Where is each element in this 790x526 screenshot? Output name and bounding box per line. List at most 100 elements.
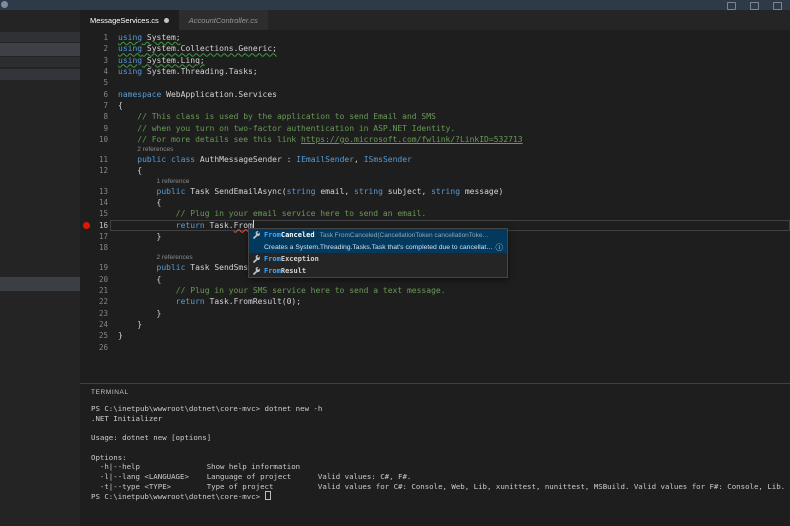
breakpoint-zone[interactable] <box>80 32 92 43</box>
titlebar-icon[interactable] <box>727 2 736 10</box>
suggestion-item[interactable]: FromException <box>249 253 507 265</box>
code-line[interactable]: 23 } <box>80 308 790 319</box>
code-line[interactable]: 6namespace WebApplication.Services <box>80 88 790 99</box>
breakpoint-zone[interactable] <box>80 77 92 88</box>
line-number: 19 <box>92 263 108 272</box>
code-line[interactable]: 2using System.Collections.Generic; <box>80 43 790 54</box>
gutter[interactable]: 22 <box>80 296 118 307</box>
gutter[interactable]: 12 <box>80 165 118 176</box>
breakpoint-zone[interactable] <box>80 285 92 296</box>
code-line[interactable]: 13 public Task SendEmailAsync(string ema… <box>80 186 790 197</box>
breakpoint-zone[interactable] <box>80 208 92 219</box>
code-line[interactable]: 3using System.Linq; <box>80 55 790 66</box>
code-line[interactable]: 4using System.Threading.Tasks; <box>80 66 790 77</box>
breakpoint-zone[interactable] <box>80 111 92 122</box>
gutter[interactable]: 6 <box>80 89 118 100</box>
breakpoint-zone[interactable] <box>80 186 92 197</box>
gutter[interactable]: 14 <box>80 197 118 208</box>
code-line[interactable]: 5 <box>80 77 790 88</box>
gutter[interactable]: 7 <box>80 100 118 111</box>
terminal-cursor <box>265 491 271 500</box>
breakpoint-zone[interactable] <box>80 342 92 353</box>
breakpoint-zone[interactable] <box>80 134 92 145</box>
gutter[interactable]: 23 <box>80 308 118 319</box>
gutter[interactable]: 5 <box>80 77 118 88</box>
code-line[interactable]: 1using System; <box>80 32 790 43</box>
breakpoint-zone[interactable] <box>80 308 92 319</box>
code-line[interactable]: 22 return Task.FromResult(0); <box>80 296 790 307</box>
suggestion-item[interactable]: FromResult <box>249 265 507 277</box>
breakpoint-zone[interactable] <box>80 123 92 134</box>
code-text: { <box>118 274 161 285</box>
breakpoint-zone[interactable] <box>80 165 92 176</box>
tab-accountcontroller[interactable]: AccountController.cs <box>179 10 268 30</box>
dirty-indicator-icon[interactable] <box>164 18 169 23</box>
codelens-references[interactable]: 2 references <box>80 145 790 154</box>
sidebar <box>0 10 80 526</box>
code-line[interactable]: 7{ <box>80 100 790 111</box>
code-editor[interactable]: 1using System;2using System.Collections.… <box>80 30 790 383</box>
gutter[interactable]: 26 <box>80 342 118 353</box>
gutter[interactable]: 1 <box>80 32 118 43</box>
titlebar-icon[interactable] <box>773 2 782 10</box>
tab-messageservices[interactable]: MessageServices.cs <box>80 10 179 30</box>
code-line[interactable]: 15 // Plug in your email service here to… <box>80 208 790 219</box>
code-line[interactable]: 24 } <box>80 319 790 330</box>
code-line[interactable]: 25} <box>80 330 790 341</box>
gutter[interactable]: 20 <box>80 274 118 285</box>
gutter[interactable]: 10 <box>80 134 118 145</box>
gutter[interactable]: 19 <box>80 262 118 273</box>
code-line[interactable]: 9 // when you turn on two-factor authent… <box>80 122 790 133</box>
breakpoint-zone[interactable] <box>80 262 92 273</box>
breakpoint-zone[interactable] <box>80 100 92 111</box>
breakpoint-icon[interactable] <box>80 220 92 231</box>
code-text: using System.Linq; <box>118 55 205 66</box>
breakpoint-zone[interactable] <box>80 89 92 100</box>
gutter[interactable]: 9 <box>80 123 118 134</box>
breakpoint-zone[interactable] <box>80 296 92 307</box>
suggestion-item[interactable]: FromCanceledTask FromCanceled(Cancellati… <box>249 229 507 241</box>
breakpoint-zone[interactable] <box>80 319 92 330</box>
terminal-tab[interactable]: TERMINAL <box>91 389 790 396</box>
gutter[interactable]: 21 <box>80 285 118 296</box>
gutter[interactable]: 24 <box>80 319 118 330</box>
sidebar-item[interactable] <box>0 69 80 80</box>
code-line[interactable]: 10 // For more details see this link htt… <box>80 134 790 145</box>
breakpoint-zone[interactable] <box>80 43 92 54</box>
breakpoint-zone[interactable] <box>80 55 92 66</box>
gutter[interactable]: 13 <box>80 186 118 197</box>
gutter[interactable]: 8 <box>80 111 118 122</box>
code-line[interactable]: 12 { <box>80 165 790 176</box>
gutter[interactable]: 15 <box>80 208 118 219</box>
titlebar-icon[interactable] <box>750 2 759 10</box>
codelens-references[interactable]: 1 reference <box>80 177 790 186</box>
sidebar-item[interactable] <box>0 43 80 56</box>
code-line[interactable]: 26 <box>80 341 790 352</box>
tab-label: MessageServices.cs <box>90 16 159 25</box>
breakpoint-zone[interactable] <box>80 197 92 208</box>
gutter[interactable]: 3 <box>80 55 118 66</box>
sidebar-item[interactable] <box>0 32 80 42</box>
breakpoint-zone[interactable] <box>80 154 92 165</box>
line-number: 8 <box>92 112 108 121</box>
breakpoint-zone[interactable] <box>80 66 92 77</box>
breakpoint-zone[interactable] <box>80 274 92 285</box>
sidebar-item[interactable] <box>0 57 80 67</box>
sidebar-item[interactable] <box>0 277 80 291</box>
breakpoint-zone[interactable] <box>80 242 92 253</box>
terminal-panel[interactable]: TERMINAL PS C:\inetpub\wwwroot\dotnet\co… <box>80 384 790 526</box>
code-line[interactable]: 11 public class AuthMessageSender : IEma… <box>80 154 790 165</box>
code-line[interactable]: 8 // This class is used by the applicati… <box>80 111 790 122</box>
code-line[interactable]: 21 // Plug in your SMS service here to s… <box>80 285 790 296</box>
gutter[interactable]: 4 <box>80 66 118 77</box>
info-icon[interactable]: ⓘ <box>496 242 504 253</box>
gutter[interactable]: 25 <box>80 330 118 341</box>
gutter[interactable]: 11 <box>80 154 118 165</box>
breakpoint-zone[interactable] <box>80 330 92 341</box>
line-number: 11 <box>92 155 108 164</box>
breakpoint-zone[interactable] <box>80 231 92 242</box>
gutter[interactable]: 2 <box>80 43 118 54</box>
gutter[interactable]: 17 <box>80 231 118 242</box>
code-line[interactable]: 14 { <box>80 197 790 208</box>
gutter[interactable]: 18 <box>80 242 118 253</box>
